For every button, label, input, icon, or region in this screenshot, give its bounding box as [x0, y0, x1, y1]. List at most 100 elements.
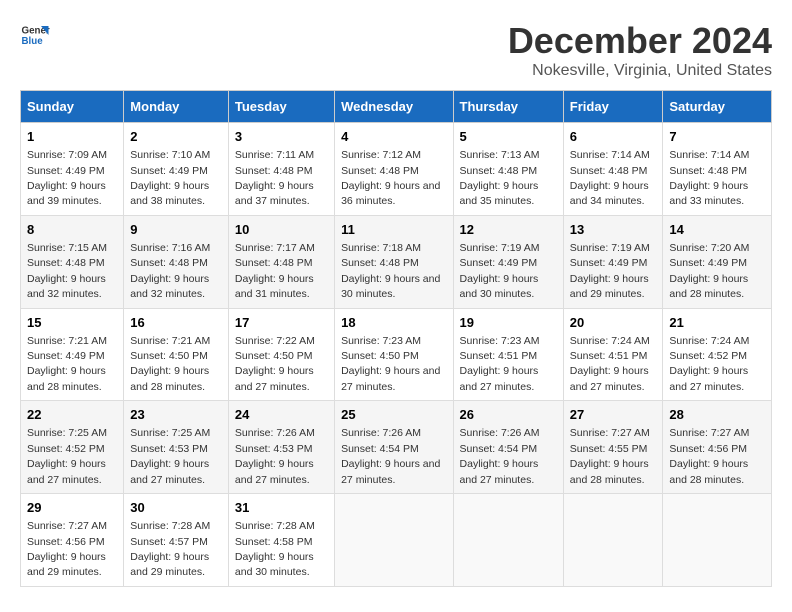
day-detail: Sunrise: 7:12 AMSunset: 4:48 PMDaylight:… — [341, 149, 440, 207]
day-cell — [335, 494, 453, 587]
day-number: 21 — [669, 314, 765, 332]
day-cell: 6 Sunrise: 7:14 AMSunset: 4:48 PMDayligh… — [563, 123, 663, 216]
day-detail: Sunrise: 7:14 AMSunset: 4:48 PMDaylight:… — [669, 149, 749, 207]
day-cell: 20 Sunrise: 7:24 AMSunset: 4:51 PMDaylig… — [563, 308, 663, 401]
day-detail: Sunrise: 7:15 AMSunset: 4:48 PMDaylight:… — [27, 242, 107, 300]
week-row-3: 15 Sunrise: 7:21 AMSunset: 4:49 PMDaylig… — [21, 308, 772, 401]
day-number: 26 — [460, 406, 557, 424]
day-cell: 1 Sunrise: 7:09 AMSunset: 4:49 PMDayligh… — [21, 123, 124, 216]
day-number: 28 — [669, 406, 765, 424]
day-number: 29 — [27, 499, 117, 517]
day-number: 9 — [130, 221, 222, 239]
day-detail: Sunrise: 7:10 AMSunset: 4:49 PMDaylight:… — [130, 149, 210, 207]
day-detail: Sunrise: 7:25 AMSunset: 4:53 PMDaylight:… — [130, 427, 210, 485]
day-detail: Sunrise: 7:27 AMSunset: 4:55 PMDaylight:… — [570, 427, 650, 485]
column-header-saturday: Saturday — [663, 91, 772, 123]
day-cell: 30 Sunrise: 7:28 AMSunset: 4:57 PMDaylig… — [124, 494, 229, 587]
subtitle: Nokesville, Virginia, United States — [508, 62, 772, 80]
column-header-wednesday: Wednesday — [335, 91, 453, 123]
day-detail: Sunrise: 7:23 AMSunset: 4:50 PMDaylight:… — [341, 335, 440, 393]
day-cell: 3 Sunrise: 7:11 AMSunset: 4:48 PMDayligh… — [228, 123, 334, 216]
day-number: 23 — [130, 406, 222, 424]
column-header-thursday: Thursday — [453, 91, 563, 123]
day-detail: Sunrise: 7:26 AMSunset: 4:53 PMDaylight:… — [235, 427, 315, 485]
day-cell: 29 Sunrise: 7:27 AMSunset: 4:56 PMDaylig… — [21, 494, 124, 587]
day-detail: Sunrise: 7:24 AMSunset: 4:51 PMDaylight:… — [570, 335, 650, 393]
day-number: 4 — [341, 128, 446, 146]
day-cell: 8 Sunrise: 7:15 AMSunset: 4:48 PMDayligh… — [21, 215, 124, 308]
day-number: 11 — [341, 221, 446, 239]
day-cell: 12 Sunrise: 7:19 AMSunset: 4:49 PMDaylig… — [453, 215, 563, 308]
title-area: December 2024 Nokesville, Virginia, Unit… — [508, 20, 772, 80]
main-title: December 2024 — [508, 20, 772, 62]
week-row-4: 22 Sunrise: 7:25 AMSunset: 4:52 PMDaylig… — [21, 401, 772, 494]
day-number: 27 — [570, 406, 657, 424]
day-detail: Sunrise: 7:13 AMSunset: 4:48 PMDaylight:… — [460, 149, 540, 207]
header-row: SundayMondayTuesdayWednesdayThursdayFrid… — [21, 91, 772, 123]
day-cell — [663, 494, 772, 587]
day-number: 8 — [27, 221, 117, 239]
day-cell: 24 Sunrise: 7:26 AMSunset: 4:53 PMDaylig… — [228, 401, 334, 494]
day-detail: Sunrise: 7:28 AMSunset: 4:57 PMDaylight:… — [130, 520, 210, 578]
day-number: 31 — [235, 499, 328, 517]
logo-icon: General Blue — [20, 20, 50, 50]
day-number: 12 — [460, 221, 557, 239]
week-row-1: 1 Sunrise: 7:09 AMSunset: 4:49 PMDayligh… — [21, 123, 772, 216]
day-cell: 11 Sunrise: 7:18 AMSunset: 4:48 PMDaylig… — [335, 215, 453, 308]
day-cell: 21 Sunrise: 7:24 AMSunset: 4:52 PMDaylig… — [663, 308, 772, 401]
day-number: 17 — [235, 314, 328, 332]
day-detail: Sunrise: 7:26 AMSunset: 4:54 PMDaylight:… — [460, 427, 540, 485]
day-cell: 16 Sunrise: 7:21 AMSunset: 4:50 PMDaylig… — [124, 308, 229, 401]
day-number: 10 — [235, 221, 328, 239]
column-header-tuesday: Tuesday — [228, 91, 334, 123]
day-detail: Sunrise: 7:27 AMSunset: 4:56 PMDaylight:… — [669, 427, 749, 485]
day-detail: Sunrise: 7:09 AMSunset: 4:49 PMDaylight:… — [27, 149, 107, 207]
day-cell: 9 Sunrise: 7:16 AMSunset: 4:48 PMDayligh… — [124, 215, 229, 308]
day-number: 3 — [235, 128, 328, 146]
day-number: 14 — [669, 221, 765, 239]
day-number: 25 — [341, 406, 446, 424]
day-detail: Sunrise: 7:21 AMSunset: 4:49 PMDaylight:… — [27, 335, 107, 393]
column-header-friday: Friday — [563, 91, 663, 123]
day-cell: 15 Sunrise: 7:21 AMSunset: 4:49 PMDaylig… — [21, 308, 124, 401]
day-cell: 25 Sunrise: 7:26 AMSunset: 4:54 PMDaylig… — [335, 401, 453, 494]
day-cell: 19 Sunrise: 7:23 AMSunset: 4:51 PMDaylig… — [453, 308, 563, 401]
header: General Blue December 2024 Nokesville, V… — [20, 20, 772, 80]
day-detail: Sunrise: 7:19 AMSunset: 4:49 PMDaylight:… — [570, 242, 650, 300]
day-detail: Sunrise: 7:28 AMSunset: 4:58 PMDaylight:… — [235, 520, 315, 578]
day-number: 13 — [570, 221, 657, 239]
day-detail: Sunrise: 7:22 AMSunset: 4:50 PMDaylight:… — [235, 335, 315, 393]
day-detail: Sunrise: 7:26 AMSunset: 4:54 PMDaylight:… — [341, 427, 440, 485]
day-number: 24 — [235, 406, 328, 424]
day-number: 5 — [460, 128, 557, 146]
calendar-table: SundayMondayTuesdayWednesdayThursdayFrid… — [20, 90, 772, 587]
day-detail: Sunrise: 7:18 AMSunset: 4:48 PMDaylight:… — [341, 242, 440, 300]
day-number: 20 — [570, 314, 657, 332]
day-cell: 26 Sunrise: 7:26 AMSunset: 4:54 PMDaylig… — [453, 401, 563, 494]
day-detail: Sunrise: 7:14 AMSunset: 4:48 PMDaylight:… — [570, 149, 650, 207]
column-header-sunday: Sunday — [21, 91, 124, 123]
day-cell: 13 Sunrise: 7:19 AMSunset: 4:49 PMDaylig… — [563, 215, 663, 308]
day-cell: 28 Sunrise: 7:27 AMSunset: 4:56 PMDaylig… — [663, 401, 772, 494]
day-cell — [453, 494, 563, 587]
day-cell: 14 Sunrise: 7:20 AMSunset: 4:49 PMDaylig… — [663, 215, 772, 308]
week-row-2: 8 Sunrise: 7:15 AMSunset: 4:48 PMDayligh… — [21, 215, 772, 308]
day-detail: Sunrise: 7:17 AMSunset: 4:48 PMDaylight:… — [235, 242, 315, 300]
day-cell: 5 Sunrise: 7:13 AMSunset: 4:48 PMDayligh… — [453, 123, 563, 216]
day-cell: 27 Sunrise: 7:27 AMSunset: 4:55 PMDaylig… — [563, 401, 663, 494]
day-number: 18 — [341, 314, 446, 332]
day-cell: 2 Sunrise: 7:10 AMSunset: 4:49 PMDayligh… — [124, 123, 229, 216]
day-detail: Sunrise: 7:16 AMSunset: 4:48 PMDaylight:… — [130, 242, 210, 300]
day-number: 2 — [130, 128, 222, 146]
day-number: 16 — [130, 314, 222, 332]
day-number: 6 — [570, 128, 657, 146]
day-cell — [563, 494, 663, 587]
day-cell: 10 Sunrise: 7:17 AMSunset: 4:48 PMDaylig… — [228, 215, 334, 308]
day-detail: Sunrise: 7:19 AMSunset: 4:49 PMDaylight:… — [460, 242, 540, 300]
column-header-monday: Monday — [124, 91, 229, 123]
day-detail: Sunrise: 7:25 AMSunset: 4:52 PMDaylight:… — [27, 427, 107, 485]
day-cell: 18 Sunrise: 7:23 AMSunset: 4:50 PMDaylig… — [335, 308, 453, 401]
day-detail: Sunrise: 7:21 AMSunset: 4:50 PMDaylight:… — [130, 335, 210, 393]
day-number: 1 — [27, 128, 117, 146]
day-number: 15 — [27, 314, 117, 332]
